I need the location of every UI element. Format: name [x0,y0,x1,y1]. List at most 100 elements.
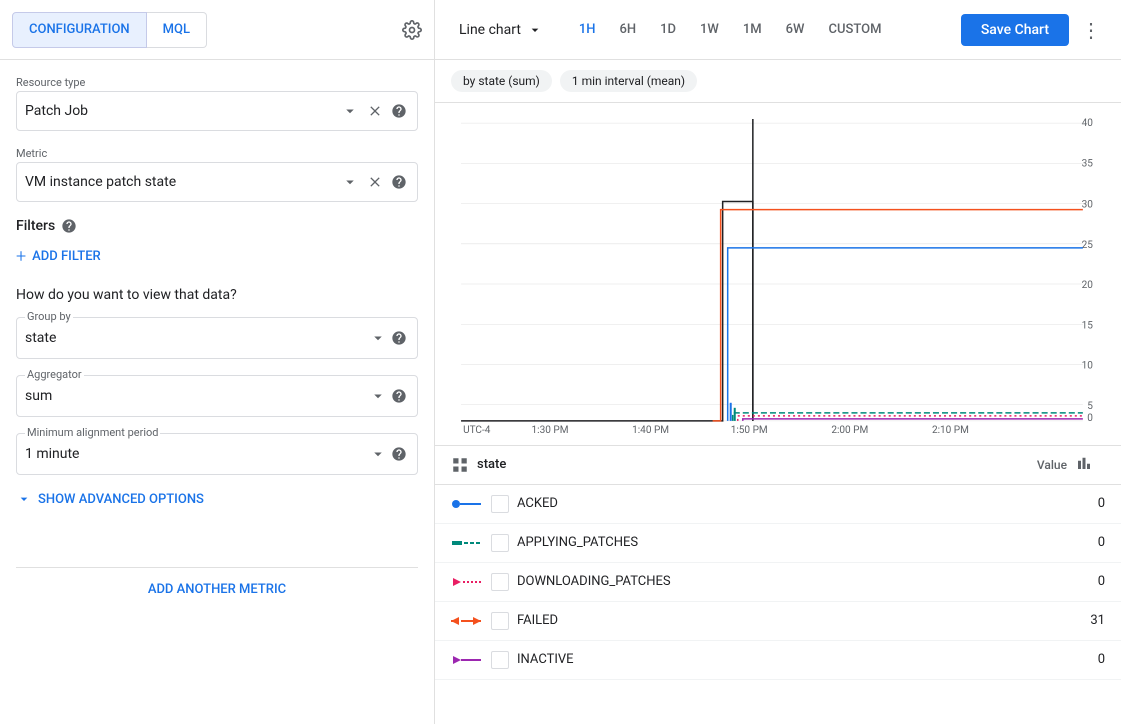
svg-text:2:00 PM: 2:00 PM [831,425,868,433]
resource-type-label: Resource type [16,76,418,89]
downloading-patches-value: 0 [1025,574,1105,589]
left-configuration-panel: Resource type Patch Job Metric [0,60,435,724]
aggregator-help[interactable] [389,386,409,406]
time-btn-1h[interactable]: 1H [567,16,608,43]
chart-type-label: Line chart [459,22,521,38]
dropdown-icon [369,445,387,463]
downloading-patches-state-name: DOWNLOADING_PATCHES [517,574,1025,589]
time-btn-6w[interactable]: 6W [774,16,817,43]
show-advanced-button[interactable]: SHOW ADVANCED OPTIONS [16,491,204,507]
settings-button[interactable] [402,20,422,40]
help-icon [391,388,407,404]
svg-text:0: 0 [1087,413,1093,424]
dropdown-icon [369,329,387,347]
resource-type-help[interactable] [389,101,409,121]
group-by-value: state [25,330,367,346]
time-btn-1d[interactable]: 1D [648,16,688,43]
failed-checkbox[interactable] [491,612,509,630]
svg-text:5: 5 [1087,401,1093,412]
filters-help-icon[interactable] [61,218,77,234]
time-btn-6h[interactable]: 6H [608,16,649,43]
failed-value: 31 [1025,613,1105,628]
resource-type-clear[interactable] [365,101,385,121]
legend-row-inactive: INACTIVE 0 [435,641,1121,680]
applying-patches-value: 0 [1025,535,1105,550]
acked-value: 0 [1025,496,1105,511]
min-alignment-label: Minimum alignment period [25,426,160,439]
applying-patches-line-icon [451,537,483,549]
metric-group: Metric VM instance patch state [16,147,418,202]
metric-label: Metric [16,147,418,160]
inactive-state-name: INACTIVE [517,652,1025,667]
resource-type-group: Resource type Patch Job [16,76,418,131]
group-by-dropdown[interactable] [367,327,389,349]
help-icon [391,446,407,462]
svg-text:1:30 PM: 1:30 PM [531,425,568,433]
legend-row-downloading-patches: DOWNLOADING_PATCHES 0 [435,563,1121,602]
svg-text:1:40 PM: 1:40 PM [632,425,669,433]
svg-text:UTC-4: UTC-4 [463,425,491,433]
tab-configuration[interactable]: CONFIGURATION [12,12,147,48]
chart-type-button[interactable]: Line chart [451,16,551,44]
downloading-patches-line-icon [451,576,483,588]
more-options-button[interactable]: ⋮ [1077,14,1105,46]
failed-state-name: FAILED [517,613,1025,628]
metric-field[interactable]: VM instance patch state [16,162,418,202]
group-by-help[interactable] [389,328,409,348]
resource-type-dropdown[interactable] [339,100,361,122]
group-by-field: Group by state [16,317,418,359]
legend-header: state Value [435,446,1121,485]
time-btn-custom[interactable]: CUSTOM [817,16,894,43]
add-filter-button[interactable]: + ADD FILTER [16,246,101,267]
dropdown-icon [369,387,387,405]
inactive-value: 0 [1025,652,1105,667]
svg-text:30: 30 [1082,200,1094,211]
applying-patches-checkbox[interactable] [491,534,509,552]
legend-state-col-label: state [477,457,506,472]
filter-chip-state[interactable]: by state (sum) [451,70,552,92]
metric-help[interactable] [389,172,409,192]
legend-row-failed: FAILED 31 [435,602,1121,641]
add-filter-label: ADD FILTER [32,249,101,264]
metric-clear[interactable] [365,172,385,192]
inactive-line-icon [451,654,483,666]
chart-area: 40 35 30 25 20 15 10 5 0 UT [435,103,1121,437]
min-alignment-dropdown[interactable] [367,443,389,465]
metric-value: VM instance patch state [25,174,339,190]
time-range-selector: 1H 6H 1D 1W 1M 6W CUSTOM [567,16,894,43]
failed-line-icon [451,615,483,627]
svg-text:35: 35 [1082,158,1094,169]
aggregator-label: Aggregator [25,368,84,381]
clear-icon [367,174,383,190]
dropdown-arrow-icon [527,22,543,38]
line-chart: 40 35 30 25 20 15 10 5 0 UT [451,111,1105,433]
min-alignment-value: 1 minute [25,446,367,462]
svg-text:40: 40 [1082,118,1094,129]
time-btn-1w[interactable]: 1W [688,16,731,43]
show-advanced-label: SHOW ADVANCED OPTIONS [38,492,204,507]
filters-row: Filters [16,218,418,234]
resource-type-value: Patch Job [25,103,339,119]
dropdown-icon [341,102,359,120]
svg-text:15: 15 [1082,320,1094,331]
downloading-patches-checkbox[interactable] [491,573,509,591]
resource-type-field[interactable]: Patch Job [16,91,418,131]
dropdown-icon [341,173,359,191]
add-metric-button[interactable]: ADD ANOTHER METRIC [148,582,286,597]
tab-mql[interactable]: MQL [147,12,207,48]
min-alignment-help[interactable] [389,444,409,464]
acked-checkbox[interactable] [491,495,509,513]
help-icon [391,103,407,119]
filters-label: Filters [16,218,55,234]
help-icon [391,330,407,346]
time-btn-1m[interactable]: 1M [731,16,774,43]
bars-icon [1075,454,1093,472]
aggregator-value: sum [25,388,367,404]
metric-dropdown[interactable] [339,171,361,193]
aggregator-dropdown[interactable] [367,385,389,407]
svg-text:1:50 PM: 1:50 PM [731,425,768,433]
filter-chip-interval[interactable]: 1 min interval (mean) [560,70,697,92]
save-chart-button[interactable]: Save Chart [961,14,1069,46]
inactive-checkbox[interactable] [491,651,509,669]
acked-line-icon [451,498,483,510]
